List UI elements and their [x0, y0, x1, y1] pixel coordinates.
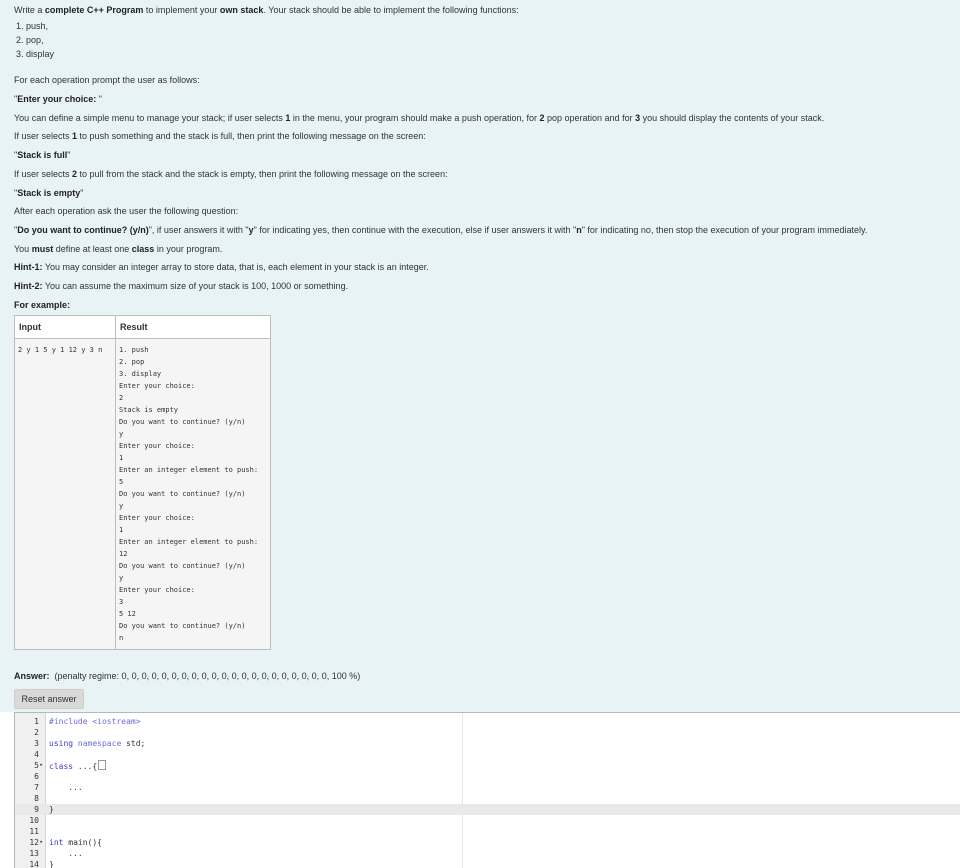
code-line[interactable]: 1 #include <iostream>	[15, 716, 960, 727]
result-line: y	[119, 502, 124, 510]
code-editor[interactable]: 1 #include <iostream> 2 3 using namespace st…	[14, 712, 960, 868]
line-number: 3	[34, 739, 39, 748]
result-line: 2	[119, 394, 124, 402]
code-line[interactable]: 8	[15, 793, 960, 804]
menu-description: You can define a simple menu to manage y…	[14, 113, 825, 123]
result-line: 5	[119, 478, 124, 486]
line-number: 8	[34, 794, 39, 803]
example-input-text: 2 y 1 5 y 1 12 y 3 n	[18, 346, 103, 354]
result-line: y	[119, 430, 124, 438]
penalty-regime: (penalty regime: 0, 0, 0, 0, 0, 0, 0, 0,…	[54, 671, 361, 681]
result-line: 2. pop	[119, 358, 145, 366]
answer-heading: Answer:	[14, 671, 50, 681]
code-line[interactable]: 5 ▾ class ...{	[15, 760, 960, 771]
code-text[interactable]: ...	[49, 782, 82, 793]
result-column-header: Result	[115, 315, 271, 339]
hint-2: Hint-2: You can assume the maximum size …	[14, 281, 349, 291]
line-number: 11	[29, 827, 39, 836]
answer-label: Answer: (penalty regime: 0, 0, 0, 0, 0, …	[14, 671, 360, 681]
fold-toggle-icon[interactable]: ▾	[39, 837, 45, 848]
line-number: 7	[34, 783, 39, 792]
function-item-pop: 2. pop,	[16, 35, 44, 45]
code-text[interactable]: }	[49, 804, 54, 815]
fold-toggle-icon[interactable]: ▾	[39, 760, 45, 771]
code-line[interactable]: 11	[15, 826, 960, 837]
result-line: Stack is empty	[119, 406, 179, 414]
code-line[interactable]: 2	[15, 727, 960, 738]
code-line[interactable]: 4	[15, 749, 960, 760]
line-number: 6	[34, 772, 39, 781]
result-line: 12	[119, 550, 128, 558]
result-line: Enter your choice:	[119, 586, 195, 594]
prompt-paragraph: For each operation prompt the user as fo…	[14, 75, 200, 85]
line-number: 13	[29, 849, 39, 858]
code-text[interactable]: #include <iostream>	[49, 716, 141, 727]
line-number: 4	[34, 750, 39, 759]
table-row: 2 y 1 5 y 1 12 y 3 n 1. push 2. pop 3. dis…	[14, 338, 271, 650]
code-line[interactable]: 6	[15, 771, 960, 782]
line-number: 10	[29, 816, 39, 825]
stack-full-message: "Stack is full"	[14, 150, 71, 160]
example-result-cell: 1. push 2. pop 3. display Enter your choice…	[115, 338, 271, 650]
continue-question: "Do you want to continue? (y/n)", if use…	[14, 225, 868, 235]
hint-1: Hint-1: You may consider an integer arra…	[14, 262, 429, 272]
code-text[interactable]: int main(){	[49, 837, 102, 848]
result-line: 3. display	[119, 370, 162, 378]
result-line: Enter your choice:	[119, 514, 195, 522]
result-line: Do you want to continue? (y/n)	[119, 562, 246, 570]
example-table: Input Result 2 y 1 5 y 1 12 y 3 n 1. pus…	[14, 315, 271, 650]
question-panel: Write a complete C++ Program to implemen…	[0, 0, 960, 712]
stack-empty-condition: If user selects 2 to pull from the stack…	[14, 169, 448, 179]
function-item-display: 3. display	[16, 49, 55, 59]
after-operation-paragraph: After each operation ask the user the fo…	[14, 206, 239, 216]
code-line[interactable]: 12 ▾ int main(){	[15, 837, 960, 848]
line-number: 12	[29, 838, 39, 847]
function-list: 1. push, 2. pop, 3. display	[16, 19, 54, 61]
class-requirement: You must define at least one class in yo…	[14, 244, 223, 254]
code-text[interactable]: ...	[49, 848, 82, 859]
result-line: Do you want to continue? (y/n)	[119, 622, 246, 630]
code-text[interactable]: using namespace std;	[49, 738, 145, 749]
result-line: 1	[119, 526, 124, 534]
result-line: Enter an integer element to push:	[119, 466, 259, 474]
code-line[interactable]: 7 ...	[15, 782, 960, 793]
result-line: 5 12	[119, 610, 136, 618]
result-line: y	[119, 574, 124, 582]
result-line: Do you want to continue? (y/n)	[119, 490, 246, 498]
example-table-header: Input Result	[14, 315, 271, 339]
result-line: 3	[119, 598, 124, 606]
result-line: Enter your choice:	[119, 442, 195, 450]
result-line: 1	[119, 454, 124, 462]
result-line: Do you want to continue? (y/n)	[119, 418, 246, 426]
for-example-label: For example:	[14, 300, 71, 310]
line-number: 9	[34, 805, 39, 814]
example-input-cell: 2 y 1 5 y 1 12 y 3 n	[14, 338, 116, 650]
function-item-push: 1. push,	[16, 21, 49, 31]
line-number: 5	[34, 761, 39, 770]
stack-empty-message: "Stack is empty"	[14, 188, 84, 198]
code-line[interactable]: 10	[15, 815, 960, 826]
line-number: 2	[34, 728, 39, 737]
intro-paragraph: Write a complete C++ Program to implemen…	[14, 5, 519, 15]
stack-full-condition: If user selects 1 to push something and …	[14, 131, 426, 141]
code-line[interactable]: 13 ...	[15, 848, 960, 859]
code-line[interactable]: 9}	[15, 804, 960, 815]
code-line[interactable]: 3 using namespace std;	[15, 738, 960, 749]
input-column-header: Input	[14, 315, 116, 339]
result-line: 1. push	[119, 346, 149, 354]
line-number: 1	[34, 717, 39, 726]
result-line: n	[119, 634, 124, 642]
result-line: Enter your choice:	[119, 382, 195, 390]
bracket-match-icon	[98, 760, 107, 770]
result-line: Enter an integer element to push:	[119, 538, 259, 546]
reset-answer-button[interactable]: Reset answer	[14, 689, 84, 709]
enter-choice-paragraph: "Enter your choice: "	[14, 94, 102, 104]
